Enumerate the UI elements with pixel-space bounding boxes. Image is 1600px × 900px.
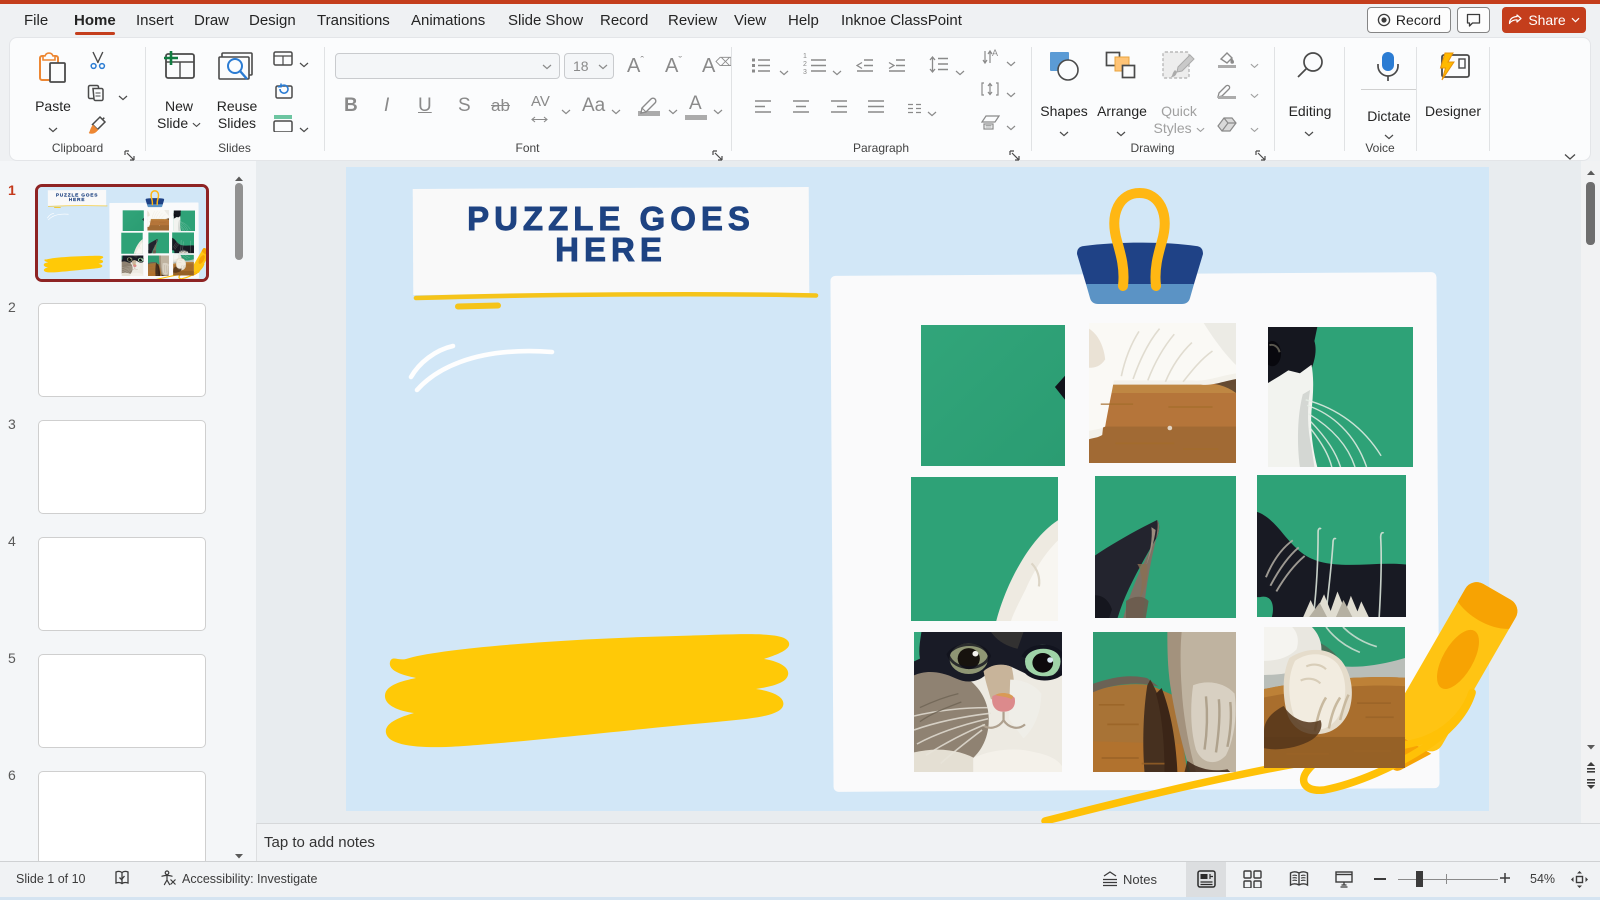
svg-text:A: A (992, 49, 998, 58)
